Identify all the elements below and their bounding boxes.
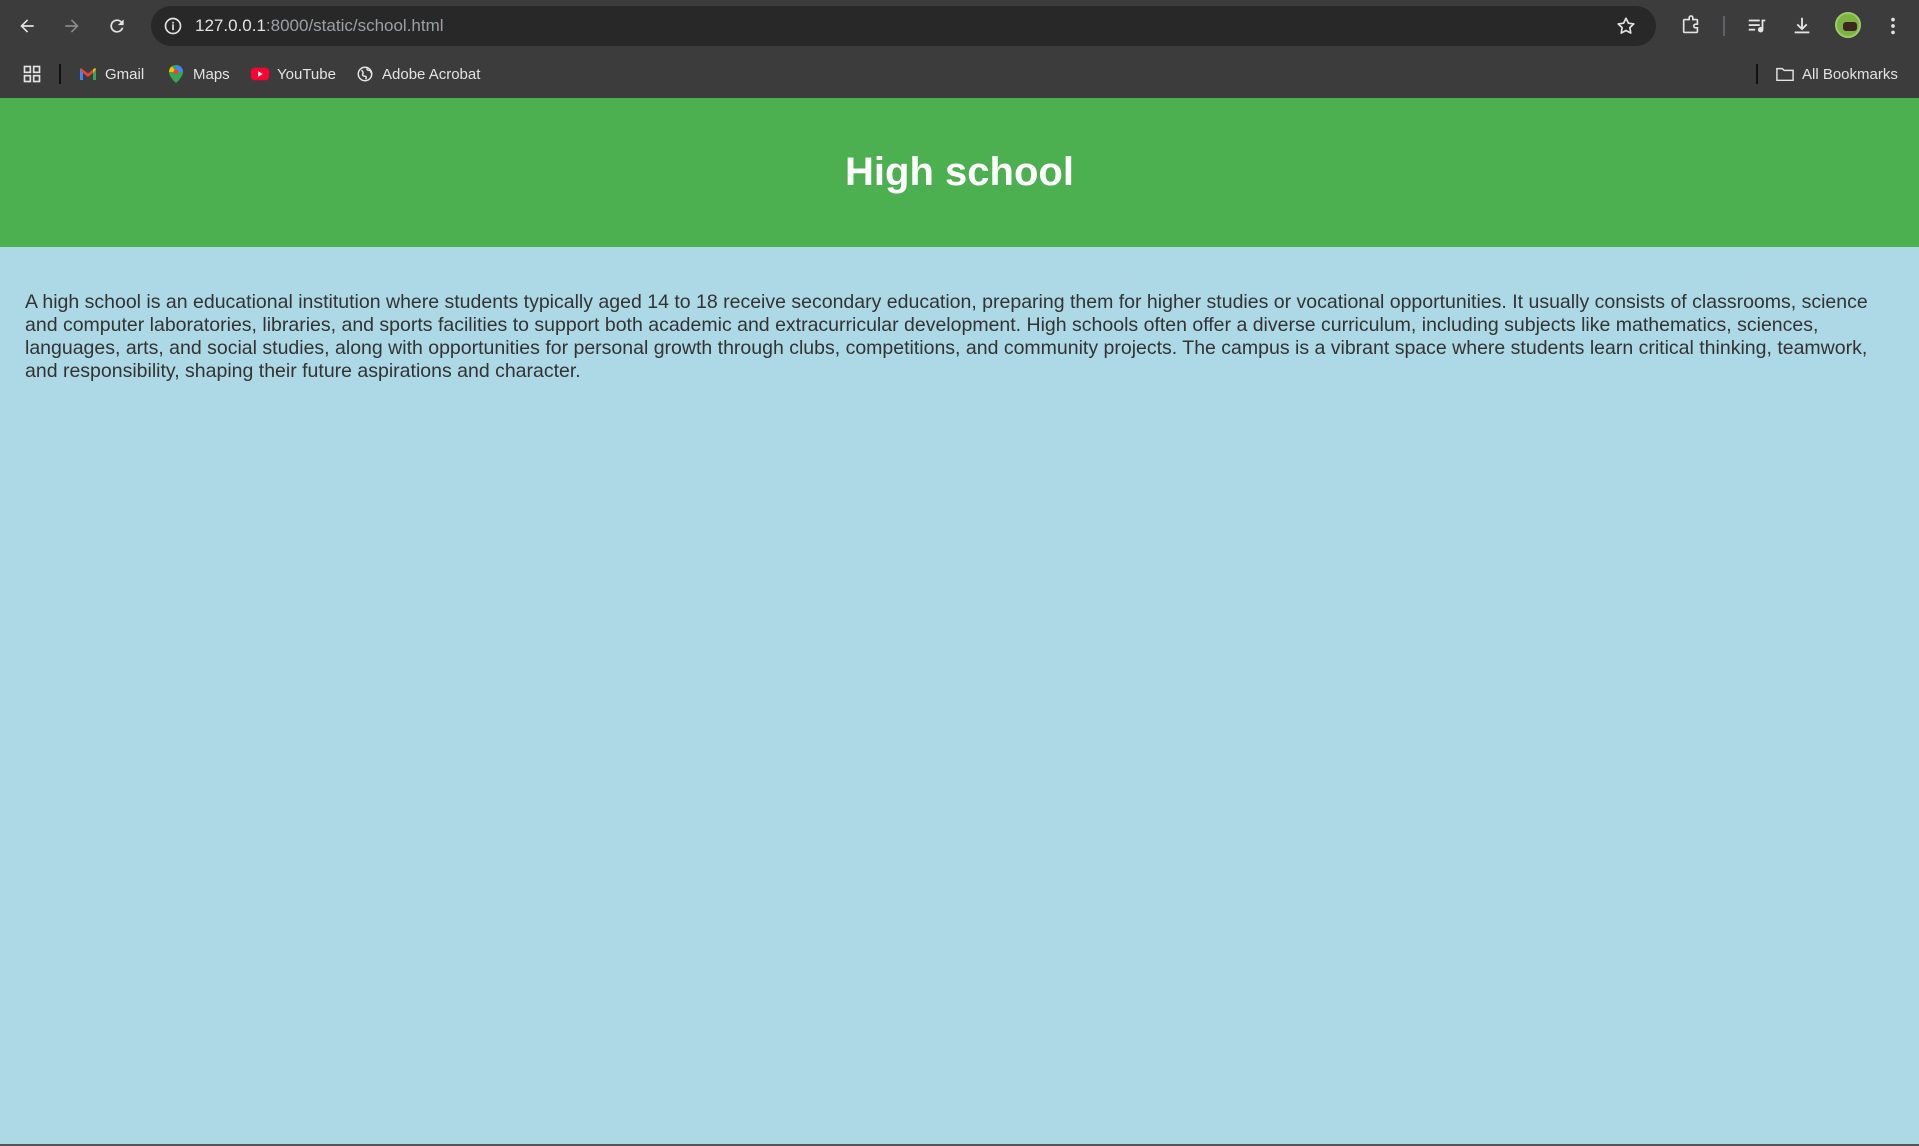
reload-icon (110, 19, 124, 33)
url-text: 127.0.0.1:8000/static/school.html (195, 16, 444, 36)
forward-button[interactable] (56, 10, 88, 42)
profile-avatar[interactable] (1835, 12, 1861, 38)
bookmark-label: Adobe Acrobat (382, 65, 481, 83)
avatar-image (1843, 22, 1857, 31)
all-bookmarks-button[interactable]: All Bookmarks (1776, 60, 1898, 88)
bookmark-label: Maps (193, 65, 230, 83)
reload-button[interactable] (101, 10, 133, 42)
page-header: High school (0, 98, 1919, 247)
bookmarks-separator (59, 64, 61, 84)
page-content: High school A high school is an educatio… (0, 98, 1919, 1146)
url-path: :8000/static/school.html (265, 16, 444, 35)
bookmark-adobe-acrobat[interactable]: Adobe Acrobat (356, 60, 480, 88)
extensions-button[interactable] (1675, 10, 1707, 42)
bookmarks-separator (1756, 64, 1758, 84)
browser-menu-button[interactable] (1877, 10, 1909, 42)
downloads-button[interactable] (1786, 10, 1818, 42)
browser-chrome: 127.0.0.1:8000/static/school.html Gmail … (0, 0, 1919, 98)
bookmark-maps[interactable]: Maps (167, 60, 230, 88)
back-arrow-icon (20, 19, 34, 33)
bookmark-label: YouTube (277, 65, 336, 83)
bookmark-gmail[interactable]: Gmail (79, 60, 144, 88)
page-title: High school (845, 150, 1074, 194)
back-button[interactable] (11, 10, 43, 42)
playlist-icon (1748, 19, 1766, 33)
apps-grid-button[interactable] (20, 62, 44, 86)
url-host: 127.0.0.1 (195, 16, 266, 35)
site-info-icon[interactable] (161, 14, 185, 38)
more-vertical-icon (1891, 17, 1895, 35)
youtube-icon (251, 65, 269, 83)
apps-grid-icon (23, 65, 41, 83)
bookmarks-bar: Gmail Maps YouTube Adobe Acrobat All Boo… (0, 52, 1919, 98)
folder-icon (1776, 65, 1794, 83)
address-bar[interactable]: 127.0.0.1:8000/static/school.html (151, 6, 1656, 46)
bookmark-youtube[interactable]: YouTube (251, 60, 336, 88)
forward-arrow-icon (65, 19, 79, 33)
maps-pin-icon (167, 65, 185, 83)
all-bookmarks-label: All Bookmarks (1802, 65, 1898, 83)
browser-toolbar: 127.0.0.1:8000/static/school.html (0, 0, 1919, 52)
download-icon (1794, 17, 1810, 34)
toolbar-separator (1723, 16, 1725, 36)
globe-icon (356, 65, 374, 83)
puzzle-icon (1682, 15, 1699, 34)
gmail-icon (79, 65, 97, 83)
bookmark-label: Gmail (105, 65, 145, 83)
page-paragraph: A high school is an educational institut… (25, 291, 1868, 382)
media-controls-button[interactable] (1741, 10, 1773, 42)
bookmark-star-icon[interactable] (1614, 14, 1638, 38)
